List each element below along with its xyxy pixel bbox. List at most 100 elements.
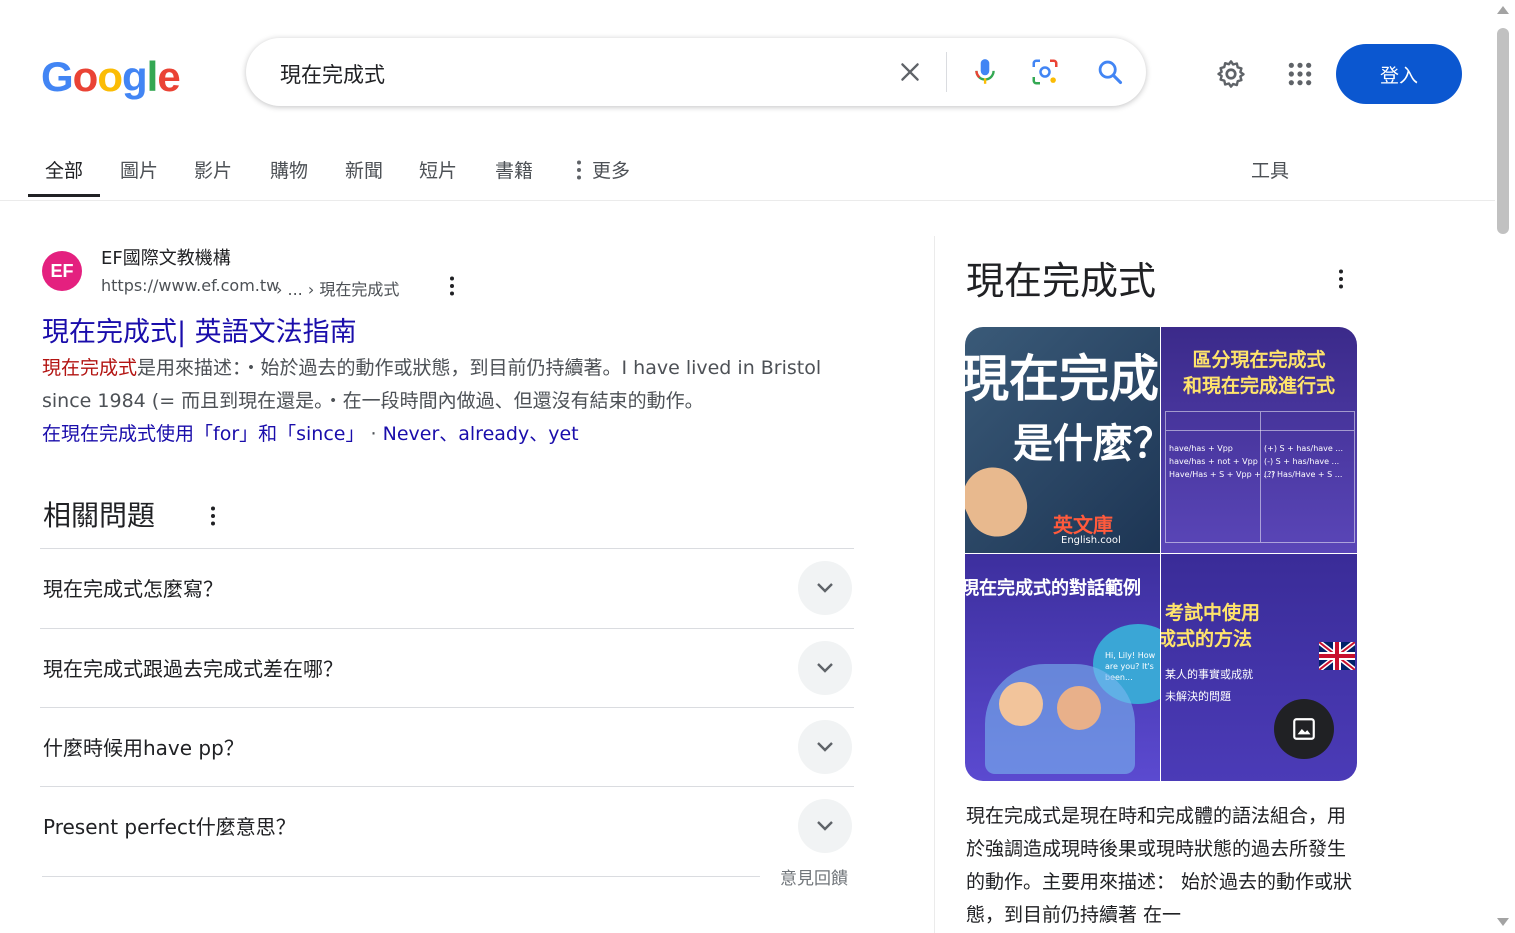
question-text: 現在完成式跟過去完成式差在哪？ [43, 657, 343, 681]
knowledge-image[interactable]: 現在完成式的對話範例 Hi, Lily! How are you? It's b… [965, 554, 1160, 781]
chevron-down-icon [798, 799, 852, 853]
related-bottom-divider [42, 876, 760, 877]
image-table-cell: Have/Has + S + Vpp + ...? [1169, 470, 1276, 479]
scroll-up-arrow[interactable] [1497, 6, 1509, 14]
panel-divider [934, 236, 935, 933]
more-vert-icon [211, 506, 215, 526]
search-divider [946, 52, 947, 92]
related-question[interactable]: 現在完成式怎麼寫？ [40, 548, 854, 627]
image-table-cell: (-) S + has/have ... [1264, 457, 1340, 466]
logo-letter: e [157, 53, 180, 100]
apps-button[interactable] [1267, 42, 1333, 106]
tab-label: 圖片 [119, 160, 158, 182]
knowledge-panel-description: 現在完成式是現在時和完成體的語法組合，用於強調造成現時後果或現時狀態的過去所發生… [966, 805, 1353, 926]
logo-letter: g [121, 53, 148, 100]
site-name[interactable]: EF國際文教機構 [101, 244, 231, 270]
logo-letter: o [97, 53, 123, 100]
scroll-down-arrow[interactable] [1497, 918, 1509, 926]
image-tag-sub: English.cool [1061, 535, 1121, 546]
tab-shopping[interactable]: 購物 [252, 142, 326, 197]
related-questions-heading: 相關問題 [43, 499, 156, 532]
close-icon [901, 63, 919, 81]
tab-label: 影片 [193, 160, 232, 182]
google-logo[interactable]: Google [41, 52, 181, 102]
more-vert-icon [576, 160, 581, 179]
question-text: 什麼時候用have pp？ [43, 736, 244, 760]
sitelink-separator: · [364, 423, 383, 445]
image-caption: 和現在完成進行式 [1182, 375, 1335, 397]
tab-all[interactable]: 全部 [28, 142, 100, 197]
question-text: Present perfect什麼意思？ [43, 815, 296, 839]
image-table-cell: have/has + not + Vpp [1169, 457, 1258, 466]
sitelink-for-since[interactable]: 在現在完成式使用「for」和「since」 [42, 423, 364, 445]
tab-more[interactable]: 更多 [552, 142, 652, 197]
image-caption: 考試中使用 [1165, 602, 1261, 624]
image-icon [1293, 718, 1315, 740]
feedback-link[interactable]: 意見回饋 [780, 864, 848, 889]
image-caption: 是什麼？ [1013, 421, 1160, 467]
logo-letter: l [146, 53, 159, 100]
image-table-cell: have/has + Vpp [1169, 444, 1233, 453]
image-caption: 區分現在完成式 [1192, 349, 1326, 371]
more-images-button[interactable] [1274, 699, 1334, 759]
settings-button[interactable] [1198, 42, 1264, 106]
site-url[interactable]: https://www.ef.com.tw [101, 276, 279, 295]
image-tag: 英文庫 [1053, 513, 1113, 537]
image-table: have/has + Vpp have/has + not + Vpp Have… [1165, 411, 1355, 543]
image-caption: 現在完成式的對話範例 [965, 578, 1141, 599]
related-question[interactable]: Present perfect什麼意思？ [40, 786, 854, 865]
tab-label: 短片 [418, 160, 457, 182]
chevron-down-icon [798, 561, 852, 615]
more-vert-icon [1339, 269, 1343, 289]
knowledge-image[interactable]: 區分現在完成式 和現在完成進行式 have/has + Vpp have/has… [1161, 327, 1357, 553]
related-question[interactable]: 什麼時候用have pp？ [40, 707, 854, 786]
snippet-text: 是用來描述：・始於過去的動作或狀態，到目前仍持續著。I have lived i… [42, 357, 822, 412]
logo-letter: G [41, 53, 74, 100]
site-favicon: EF [42, 251, 82, 291]
knowledge-image[interactable]: 現在完成 是什麼？ 英文庫 English.cool [965, 327, 1160, 553]
image-search-button[interactable] [1010, 38, 1080, 106]
image-caption: 現在完成 [965, 350, 1159, 408]
header-divider [0, 200, 1495, 201]
related-options-button[interactable] [172, 499, 254, 533]
image-note: 未解決的問題 [1165, 690, 1231, 703]
tab-active-indicator [28, 194, 100, 197]
clear-search-button[interactable] [875, 38, 945, 106]
microphone-icon [975, 59, 995, 84]
image-decoration [999, 682, 1043, 726]
search-icon [1098, 60, 1123, 85]
site-breadcrumb: › ... › 現在完成式 [276, 280, 400, 299]
search-input[interactable] [278, 48, 872, 100]
image-table-cell: (+) S + has/have ... [1264, 444, 1343, 453]
scrollbar-thumb[interactable] [1497, 28, 1509, 234]
tab-images[interactable]: 圖片 [104, 142, 174, 197]
snippet-highlight: 現在完成式 [42, 357, 138, 379]
chevron-down-icon [798, 641, 852, 695]
result-snippet: 現在完成式是用來描述：・始於過去的動作或狀態，到目前仍持續著。I have li… [42, 352, 842, 451]
chevron-down-icon [798, 720, 852, 774]
sitelink-never-already-yet[interactable]: Never、already、yet [383, 423, 579, 445]
result-options-button[interactable] [421, 270, 483, 302]
logo-letter: o [72, 53, 99, 100]
tab-news[interactable]: 新聞 [328, 142, 400, 197]
image-decoration [965, 457, 1037, 547]
tab-label: 全部 [44, 160, 83, 182]
tools-button[interactable]: 工具 [1234, 142, 1306, 197]
related-question[interactable]: 現在完成式跟過去完成式差在哪？ [40, 628, 854, 707]
gear-icon [1217, 60, 1245, 88]
search-button[interactable] [1075, 38, 1145, 106]
more-vert-icon [450, 276, 454, 296]
knowledge-panel-options-button[interactable] [1324, 262, 1358, 296]
tab-books[interactable]: 書籍 [477, 142, 551, 197]
tab-short-videos[interactable]: 短片 [402, 142, 474, 197]
sign-in-button[interactable]: 登入 [1336, 44, 1462, 104]
image-table-cell: (?) Has/Have + S ... [1264, 470, 1343, 479]
tab-label: 書籍 [494, 160, 533, 182]
tab-videos[interactable]: 影片 [177, 142, 249, 197]
image-caption: 成式的方法 [1161, 628, 1253, 650]
uk-flag-icon [1319, 642, 1355, 670]
image-note: 某人的事實或成就 [1165, 668, 1253, 681]
knowledge-panel-title: 現在完成式 [966, 259, 1157, 303]
result-title-link[interactable]: 現在完成式| 英語文法指南 [42, 310, 357, 349]
tools-label: 工具 [1250, 160, 1289, 182]
